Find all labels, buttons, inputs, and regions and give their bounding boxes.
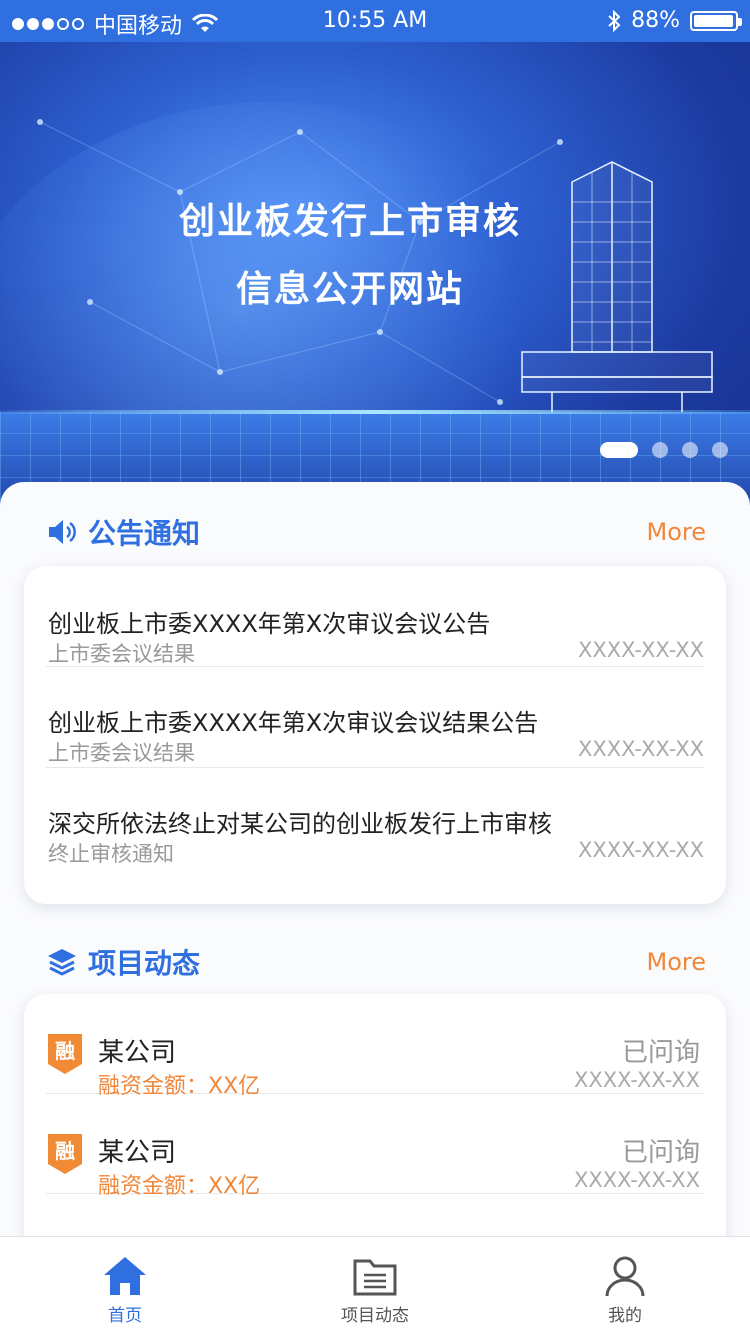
list-item[interactable]: 深交所依法终止对某公司的创业板发行上市审核 终止审核通知 XXXX-XX-XX (46, 768, 704, 869)
list-item[interactable]: 创业板上市委XXXX年第X次审议会议公告 上市委会议结果 XXXX-XX-XX (46, 566, 704, 667)
tab-projects-label: 项目动态 (341, 1306, 409, 1326)
svg-text:融: 融 (55, 1139, 75, 1163)
hero-banner[interactable]: 创业板发行上市审核 信息公开网站 (0, 42, 750, 522)
financing-badge-icon: 融 (48, 1034, 82, 1074)
project-date: XXXX-XX-XX (573, 1168, 700, 1192)
home-icon (104, 1257, 146, 1295)
project-status: 已问询 (621, 1038, 700, 1068)
carousel-pager[interactable] (600, 442, 728, 458)
company-name: 某公司 (98, 1038, 177, 1068)
speaker-icon (49, 520, 76, 544)
battery-icon (690, 10, 742, 31)
projects-more-link[interactable]: More (647, 948, 707, 976)
notice-title: 创业板上市委XXXX年第X次审议会议公告 (48, 610, 491, 638)
projects-header: 项目动态 More (46, 942, 706, 982)
announcements-more-link[interactable]: More (647, 518, 707, 546)
battery-percent: 88% (631, 8, 680, 33)
notice-date: XXXX-XX-XX (577, 638, 704, 662)
notice-category: 上市委会议结果 (48, 642, 195, 666)
pager-dot[interactable] (712, 442, 728, 458)
list-item[interactable]: 融 某公司 融资金额：XX亿 已问询 XXXX-XX-XX (46, 1094, 704, 1199)
pager-dot[interactable] (682, 442, 698, 458)
company-name: 某公司 (98, 1138, 177, 1168)
status-bar: 中国移动 10:55 AM 88% (0, 0, 750, 42)
projects-title: 项目动态 (88, 947, 201, 980)
banner-title-line2: 信息公开网站 (235, 269, 464, 310)
folder-list-icon (353, 1259, 397, 1296)
tab-home-label: 首页 (108, 1306, 142, 1326)
tab-projects[interactable]: 项目动态 (250, 1237, 500, 1334)
bottom-tab-bar: 首页 项目动态 我的 (0, 1236, 750, 1334)
pager-dot-active[interactable] (600, 442, 638, 458)
user-icon (605, 1256, 645, 1297)
svg-text:融: 融 (55, 1039, 75, 1063)
notice-category: 终止审核通知 (48, 842, 174, 866)
announcements-header: 公告通知 More (46, 512, 706, 552)
announcements-card: 创业板上市委XXXX年第X次审议会议公告 上市委会议结果 XXXX-XX-XX … (24, 566, 726, 904)
notice-title: 深交所依法终止对某公司的创业板发行上市审核 (48, 810, 552, 838)
announcements-title: 公告通知 (88, 517, 201, 550)
bluetooth-icon (608, 9, 621, 32)
banner-title-line1: 创业板发行上市审核 (178, 201, 521, 242)
tab-profile[interactable]: 我的 (500, 1237, 750, 1334)
list-item[interactable]: 创业板上市委XXXX年第X次审议会议结果公告 上市委会议结果 XXXX-XX-X… (46, 667, 704, 768)
main-panel: 公告通知 More 创业板上市委XXXX年第X次审议会议公告 上市委会议结果 X… (0, 482, 750, 1294)
tab-profile-label: 我的 (608, 1306, 642, 1326)
project-date: XXXX-XX-XX (573, 1068, 700, 1092)
list-item[interactable]: 融 某公司 融资金额：XX亿 已问询 XXXX-XX-XX (46, 994, 704, 1099)
layers-icon (48, 949, 76, 976)
notice-date: XXXX-XX-XX (577, 737, 704, 761)
project-status: 已问询 (621, 1138, 700, 1168)
tab-home[interactable]: 首页 (0, 1237, 250, 1334)
notice-category: 上市委会议结果 (48, 741, 195, 765)
notice-title: 创业板上市委XXXX年第X次审议会议结果公告 (48, 709, 539, 737)
notice-date: XXXX-XX-XX (577, 838, 704, 862)
financing-badge-icon: 融 (48, 1134, 82, 1174)
pager-dot[interactable] (652, 442, 668, 458)
financing-amount: 融资金额：XX亿 (98, 1174, 261, 1199)
